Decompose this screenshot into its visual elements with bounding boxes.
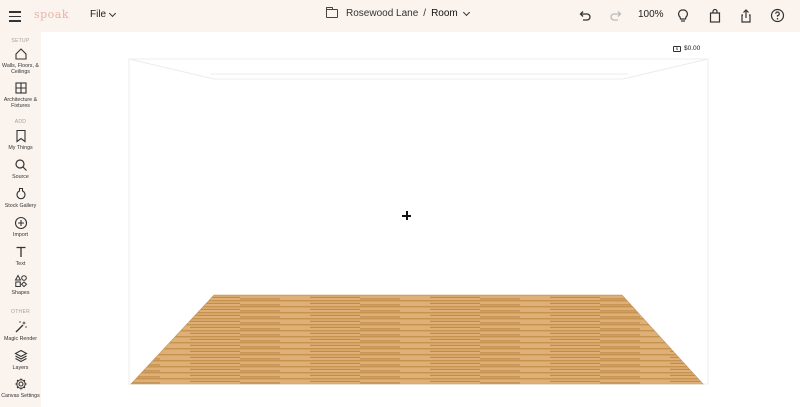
move-cursor-icon xyxy=(402,211,411,220)
wood-floor[interactable] xyxy=(131,295,703,384)
dollar-bill-icon: $ xyxy=(673,45,681,52)
room-scene xyxy=(128,58,709,385)
cost-display[interactable]: $ $0.00 xyxy=(673,45,700,52)
cost-value: $0.00 xyxy=(684,45,701,52)
